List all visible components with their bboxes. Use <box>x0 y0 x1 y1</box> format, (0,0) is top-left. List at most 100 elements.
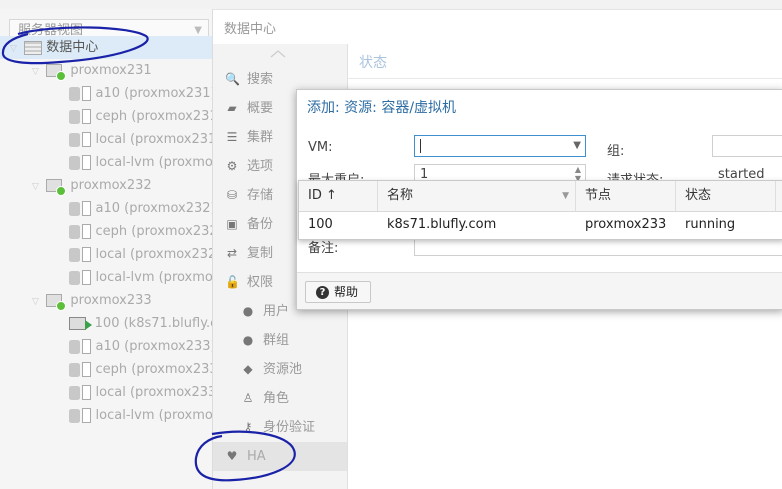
nav-item-label: 集群 <box>247 130 274 145</box>
server-online-icon <box>46 179 67 196</box>
database-icon <box>69 86 81 101</box>
nav-item-label: 存储 <box>247 188 274 203</box>
nav-item-label: HA <box>247 449 266 464</box>
column-header-node[interactable]: 节点 <box>576 181 676 211</box>
tree-label: local-lvm (proxmox233) <box>95 408 213 423</box>
database-icon <box>69 385 81 400</box>
dialog-title: 添加: 资源: 容器/虚拟机 <box>307 100 457 116</box>
male-icon: ♙ <box>242 391 254 405</box>
help-button[interactable]: ? 帮助 <box>305 281 372 303</box>
storage-icon <box>82 201 92 216</box>
storage-icon <box>82 224 92 239</box>
dialog-footer: ? 帮助 <box>297 272 782 309</box>
tree-label: ceph (proxmox232) <box>95 224 213 239</box>
caret-down-icon[interactable]: ▽ <box>32 176 42 199</box>
help-label: 帮助 <box>334 285 359 299</box>
tree-node[interactable]: ▽ proxmox232 <box>0 174 212 197</box>
tree-storage[interactable]: local (proxmox231) <box>0 128 212 151</box>
tags-icon: ◆ <box>243 362 253 376</box>
nav-item-label: 资源池 <box>263 362 303 377</box>
nav-item-10[interactable]: ◆ 资源池 <box>213 355 347 384</box>
tree-label: ceph (proxmox231) <box>95 109 213 124</box>
tree-label: a10 (proxmox232) <box>95 201 213 216</box>
database-icon <box>69 362 81 377</box>
vm-running-icon <box>69 317 93 330</box>
column-header-name[interactable]: 名称 ▼ <box>378 181 576 211</box>
nav-item-12[interactable]: ⚷ 身份验证 <box>213 413 347 442</box>
datacenter-icon <box>24 40 43 55</box>
cluster-icon: ☰ <box>226 130 238 144</box>
storage-icon <box>82 247 92 262</box>
tree-vm[interactable]: 100 (k8s71.blufly.com) <box>0 312 212 335</box>
storage-icon <box>82 408 92 423</box>
tree-label: local-lvm (proxmox232) <box>95 270 213 285</box>
chevron-down-icon[interactable]: ▼ <box>573 136 581 156</box>
column-menu-icon[interactable]: ▼ <box>562 181 569 211</box>
storage-icon <box>82 362 92 377</box>
tree-label: local (proxmox232) <box>95 247 213 262</box>
caret-down-icon[interactable]: ▽ <box>10 38 20 61</box>
grid-header: ID ↑ 名称 ▼ 节点 状态 <box>299 181 782 212</box>
vm-picker-grid: ID ↑ 名称 ▼ 节点 状态 100 k8s71.blufly.com prox… <box>298 180 782 240</box>
tree-label: proxmox231 <box>70 63 152 78</box>
tree-storage[interactable]: a10 (proxmox233) <box>0 335 212 358</box>
tree-label: local (proxmox231) <box>95 132 213 147</box>
tree-label: proxmox233 <box>70 293 152 308</box>
content-title: 状态 <box>359 55 387 71</box>
unlock-icon: 🔓 <box>225 275 240 289</box>
column-header-status[interactable]: 状态 <box>676 181 776 211</box>
database-icon <box>69 132 81 147</box>
cell-id: 100 <box>308 217 333 232</box>
database-icon: ⛁ <box>226 188 238 202</box>
tree-storage[interactable]: ceph (proxmox232) <box>0 220 212 243</box>
tree-storage[interactable]: a10 (proxmox231) <box>0 82 212 105</box>
database-icon <box>69 224 81 239</box>
database-icon <box>69 408 81 423</box>
tree-storage[interactable]: a10 (proxmox232) <box>0 197 212 220</box>
book-icon: ▰ <box>227 101 237 115</box>
tree-storage[interactable]: local (proxmox232) <box>0 243 212 266</box>
caret-down-icon[interactable]: ▽ <box>32 61 42 84</box>
storage-icon <box>82 270 92 285</box>
tree-storage[interactable]: local (proxmox233) <box>0 381 212 404</box>
nav-item-9[interactable]: ● 群组 <box>213 326 347 355</box>
user-icon: ● <box>242 304 254 318</box>
nav-item-label: 选项 <box>247 159 274 174</box>
storage-icon <box>82 86 92 101</box>
gear-icon: ⚙ <box>226 159 238 173</box>
nav-item-label: 权限 <box>247 275 274 290</box>
tree-node[interactable]: ▽ proxmox233 <box>0 289 212 312</box>
nav-item-label: 概要 <box>247 101 274 116</box>
nav-item-11[interactable]: ♙ 角色 <box>213 384 347 413</box>
search-icon: 🔍 <box>225 72 240 86</box>
tree-storage[interactable]: ceph (proxmox233) <box>0 358 212 381</box>
cell-node: proxmox233 <box>585 217 667 232</box>
tree-label: 数据中心 <box>46 40 99 55</box>
cell-status: running <box>685 217 736 232</box>
tree-node[interactable]: ▽ proxmox231 <box>0 59 212 82</box>
tree-storage[interactable]: local-lvm (proxmox231) <box>0 151 212 174</box>
tree-label: local (proxmox233) <box>95 385 213 400</box>
column-header-id[interactable]: ID ↑ <box>299 181 378 211</box>
tree-label: local-lvm (proxmox231) <box>95 155 213 170</box>
database-icon <box>69 270 81 285</box>
vm-label: VM: <box>308 140 333 155</box>
storage-icon <box>82 109 92 124</box>
tree-storage[interactable]: local-lvm (proxmox232) <box>0 266 212 289</box>
tree-storage[interactable]: ceph (proxmox231) <box>0 105 212 128</box>
caret-down-icon[interactable]: ▽ <box>32 291 42 314</box>
tree-storage[interactable]: local-lvm (proxmox233) <box>0 404 212 427</box>
tree-label: ceph (proxmox233) <box>95 362 213 377</box>
tree-datacenter[interactable]: ▽ 数据中心 <box>0 36 212 59</box>
storage-icon <box>82 385 92 400</box>
group-field[interactable] <box>712 135 782 157</box>
nav-item-label: 用户 <box>263 304 290 319</box>
nav-item-label: 角色 <box>263 391 290 406</box>
scroll-up-icon[interactable] <box>270 50 286 58</box>
nav-item-label: 复制 <box>247 246 274 261</box>
tree-label: a10 (proxmox231) <box>95 86 213 101</box>
floppy-icon: ▣ <box>226 217 238 231</box>
nav-item-13[interactable]: ♥ HA <box>213 442 347 471</box>
vm-combobox[interactable]: ▼ <box>414 135 586 157</box>
server-online-icon <box>46 294 67 311</box>
